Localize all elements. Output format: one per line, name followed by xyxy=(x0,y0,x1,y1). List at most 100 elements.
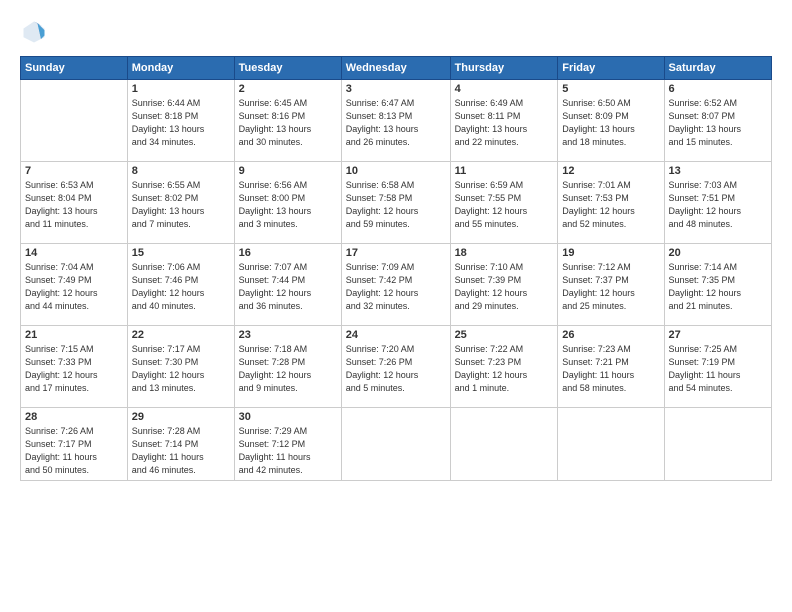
calendar-cell xyxy=(450,408,558,481)
calendar-header-friday: Friday xyxy=(558,57,664,80)
calendar-table: SundayMondayTuesdayWednesdayThursdayFrid… xyxy=(20,56,772,481)
calendar-cell: 26 Sunrise: 7:23 AMSunset: 7:21 PMDayligh… xyxy=(558,326,664,408)
day-number: 5 xyxy=(562,83,659,95)
calendar-cell: 8 Sunrise: 6:55 AMSunset: 8:02 PMDaylight… xyxy=(127,162,234,244)
calendar-cell xyxy=(21,80,128,162)
calendar-cell: 17 Sunrise: 7:09 AMSunset: 7:42 PMDayligh… xyxy=(341,244,450,326)
calendar-cell: 11Sunrise: 6:59 AMSunset: 7:55 PMDayligh… xyxy=(450,162,558,244)
day-info: Sunrise: 7:15 AMSunset: 7:33 PMDaylight:… xyxy=(25,343,123,395)
calendar-cell: 20 Sunrise: 7:14 AMSunset: 7:35 PMDayligh… xyxy=(664,244,771,326)
day-number: 21 xyxy=(25,329,123,341)
day-info: Sunrise: 7:04 AMSunset: 7:49 PMDaylight:… xyxy=(25,261,123,313)
logo-icon xyxy=(20,18,48,46)
day-number: 19 xyxy=(562,247,659,259)
page: SundayMondayTuesdayWednesdayThursdayFrid… xyxy=(0,0,792,612)
day-number: 17 xyxy=(346,247,446,259)
calendar-cell: 23Sunrise: 7:18 AMSunset: 7:28 PMDayligh… xyxy=(234,326,341,408)
day-info: Sunrise: 7:26 AMSunset: 7:17 PMDaylight:… xyxy=(25,425,123,477)
calendar-cell: 19 Sunrise: 7:12 AMSunset: 7:37 PMDayligh… xyxy=(558,244,664,326)
day-info: Sunrise: 7:20 AMSunset: 7:26 PMDaylight:… xyxy=(346,343,446,395)
day-number: 29 xyxy=(132,411,230,423)
day-number: 20 xyxy=(669,247,767,259)
day-info: Sunrise: 6:47 AMSunset: 8:13 PMDaylight:… xyxy=(346,97,446,149)
day-info: Sunrise: 6:55 AMSunset: 8:02 PMDaylight:… xyxy=(132,179,230,231)
day-number: 4 xyxy=(455,83,554,95)
calendar-cell: 6Sunrise: 6:52 AMSunset: 8:07 PMDaylight… xyxy=(664,80,771,162)
calendar-cell: 9Sunrise: 6:56 AMSunset: 8:00 PMDaylight… xyxy=(234,162,341,244)
day-info: Sunrise: 6:49 AMSunset: 8:11 PMDaylight:… xyxy=(455,97,554,149)
day-number: 14 xyxy=(25,247,123,259)
day-info: Sunrise: 6:53 AMSunset: 8:04 PMDaylight:… xyxy=(25,179,123,231)
calendar-cell xyxy=(558,408,664,481)
calendar-cell: 14 Sunrise: 7:04 AMSunset: 7:49 PMDayligh… xyxy=(21,244,128,326)
calendar-cell: 4 Sunrise: 6:49 AMSunset: 8:11 PMDaylight… xyxy=(450,80,558,162)
calendar-cell: 29Sunrise: 7:28 AMSunset: 7:14 PMDayligh… xyxy=(127,408,234,481)
calendar-cell: 21 Sunrise: 7:15 AMSunset: 7:33 PMDayligh… xyxy=(21,326,128,408)
day-info: Sunrise: 7:29 AMSunset: 7:12 PMDaylight:… xyxy=(239,425,337,477)
calendar-week-row: 28 Sunrise: 7:26 AMSunset: 7:17 PMDayligh… xyxy=(21,408,772,481)
calendar-header-tuesday: Tuesday xyxy=(234,57,341,80)
day-number: 2 xyxy=(239,83,337,95)
calendar-cell: 16Sunrise: 7:07 AMSunset: 7:44 PMDayligh… xyxy=(234,244,341,326)
day-number: 30 xyxy=(239,411,337,423)
day-info: Sunrise: 6:50 AMSunset: 8:09 PMDaylight:… xyxy=(562,97,659,149)
calendar-cell: 2 Sunrise: 6:45 AMSunset: 8:16 PMDaylight… xyxy=(234,80,341,162)
calendar-header-sunday: Sunday xyxy=(21,57,128,80)
day-number: 26 xyxy=(562,329,659,341)
day-number: 28 xyxy=(25,411,123,423)
day-number: 1 xyxy=(132,83,230,95)
calendar-week-row: 1 Sunrise: 6:44 AMSunset: 8:18 PMDaylight… xyxy=(21,80,772,162)
header xyxy=(20,18,772,46)
day-number: 27 xyxy=(669,329,767,341)
day-number: 22 xyxy=(132,329,230,341)
calendar-week-row: 7 Sunrise: 6:53 AMSunset: 8:04 PMDaylight… xyxy=(21,162,772,244)
day-info: Sunrise: 7:23 AMSunset: 7:21 PMDaylight:… xyxy=(562,343,659,395)
day-info: Sunrise: 6:58 AMSunset: 7:58 PMDaylight:… xyxy=(346,179,446,231)
day-number: 10 xyxy=(346,165,446,177)
calendar-cell: 10 Sunrise: 6:58 AMSunset: 7:58 PMDayligh… xyxy=(341,162,450,244)
day-info: Sunrise: 6:52 AMSunset: 8:07 PMDaylight:… xyxy=(669,97,767,149)
calendar-cell xyxy=(664,408,771,481)
calendar-cell: 1 Sunrise: 6:44 AMSunset: 8:18 PMDaylight… xyxy=(127,80,234,162)
day-number: 23 xyxy=(239,329,337,341)
day-info: Sunrise: 7:09 AMSunset: 7:42 PMDaylight:… xyxy=(346,261,446,313)
day-info: Sunrise: 7:22 AMSunset: 7:23 PMDaylight:… xyxy=(455,343,554,395)
calendar-cell: 3 Sunrise: 6:47 AMSunset: 8:13 PMDaylight… xyxy=(341,80,450,162)
day-number: 8 xyxy=(132,165,230,177)
calendar-header-monday: Monday xyxy=(127,57,234,80)
calendar-cell: 18 Sunrise: 7:10 AMSunset: 7:39 PMDayligh… xyxy=(450,244,558,326)
calendar-header-wednesday: Wednesday xyxy=(341,57,450,80)
day-number: 15 xyxy=(132,247,230,259)
day-info: Sunrise: 7:17 AMSunset: 7:30 PMDaylight:… xyxy=(132,343,230,395)
calendar-cell: 12 Sunrise: 7:01 AMSunset: 7:53 PMDayligh… xyxy=(558,162,664,244)
day-number: 25 xyxy=(455,329,554,341)
calendar-cell: 24 Sunrise: 7:20 AMSunset: 7:26 PMDayligh… xyxy=(341,326,450,408)
calendar-header-row: SundayMondayTuesdayWednesdayThursdayFrid… xyxy=(21,57,772,80)
calendar-week-row: 21 Sunrise: 7:15 AMSunset: 7:33 PMDayligh… xyxy=(21,326,772,408)
day-info: Sunrise: 6:45 AMSunset: 8:16 PMDaylight:… xyxy=(239,97,337,149)
calendar-header-thursday: Thursday xyxy=(450,57,558,80)
day-number: 3 xyxy=(346,83,446,95)
day-info: Sunrise: 7:01 AMSunset: 7:53 PMDaylight:… xyxy=(562,179,659,231)
day-info: Sunrise: 7:10 AMSunset: 7:39 PMDaylight:… xyxy=(455,261,554,313)
day-info: Sunrise: 6:56 AMSunset: 8:00 PMDaylight:… xyxy=(239,179,337,231)
day-number: 18 xyxy=(455,247,554,259)
day-info: Sunrise: 7:06 AMSunset: 7:46 PMDaylight:… xyxy=(132,261,230,313)
calendar-cell: 15 Sunrise: 7:06 AMSunset: 7:46 PMDayligh… xyxy=(127,244,234,326)
calendar-cell: 13Sunrise: 7:03 AMSunset: 7:51 PMDayligh… xyxy=(664,162,771,244)
day-info: Sunrise: 6:59 AMSunset: 7:55 PMDaylight:… xyxy=(455,179,554,231)
calendar-header-saturday: Saturday xyxy=(664,57,771,80)
day-info: Sunrise: 6:44 AMSunset: 8:18 PMDaylight:… xyxy=(132,97,230,149)
day-number: 24 xyxy=(346,329,446,341)
calendar-cell xyxy=(341,408,450,481)
day-number: 13 xyxy=(669,165,767,177)
day-number: 16 xyxy=(239,247,337,259)
calendar-cell: 5 Sunrise: 6:50 AMSunset: 8:09 PMDaylight… xyxy=(558,80,664,162)
calendar-cell: 27Sunrise: 7:25 AMSunset: 7:19 PMDayligh… xyxy=(664,326,771,408)
day-info: Sunrise: 7:14 AMSunset: 7:35 PMDaylight:… xyxy=(669,261,767,313)
calendar-cell: 28 Sunrise: 7:26 AMSunset: 7:17 PMDayligh… xyxy=(21,408,128,481)
day-number: 7 xyxy=(25,165,123,177)
day-info: Sunrise: 7:12 AMSunset: 7:37 PMDaylight:… xyxy=(562,261,659,313)
calendar-week-row: 14 Sunrise: 7:04 AMSunset: 7:49 PMDayligh… xyxy=(21,244,772,326)
day-number: 12 xyxy=(562,165,659,177)
